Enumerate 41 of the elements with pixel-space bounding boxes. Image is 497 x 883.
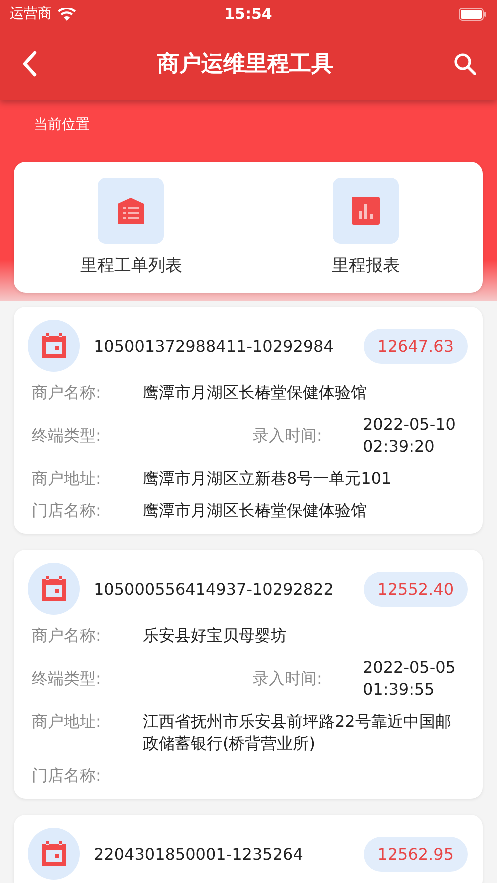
field-label: 终端类型: [31, 668, 102, 690]
calendar-icon [40, 332, 68, 360]
field-value: 乐安县好宝贝母婴坊 [143, 625, 288, 647]
bar-chart-icon [350, 196, 381, 226]
field-label: 商户地址: [31, 468, 102, 490]
field-label: 商户名称: [31, 625, 102, 647]
search-icon [453, 52, 477, 76]
field-value: 2022-05-10 02:39:20 [363, 414, 457, 458]
field-label: 商户名称: [31, 382, 102, 404]
status-time: 15:54 [224, 5, 272, 23]
order-card[interactable]: 2204301850001-1235264 12562.95 [14, 815, 483, 883]
shortcut-button[interactable]: 里程报表 [248, 162, 483, 293]
field-value: 鹰潭市月湖区长椿堂保健体验馆 [143, 500, 368, 522]
order-card[interactable]: 105000556414937-10292822 12552.40 商户名称: 乐安县好宝贝母婴坊 终端类型: 录入时间: 2022-05-05 01:39:55 商户地址: 江西省抚州市乐安县前坪路22号靠近中国邮政储蓄银行(桥背营业所) 门店名称: [14, 550, 483, 799]
carrier-label: 运营商 [10, 5, 52, 23]
shortcut-button[interactable]: 里程工单列表 [14, 162, 248, 293]
field-label: 门店名称: [31, 500, 102, 522]
order-number: 105000556414937-10292822 [94, 580, 335, 598]
field-value: 鹰潭市月湖区长椿堂保健体验馆 [143, 382, 368, 404]
amount-badge: 12552.40 [364, 572, 468, 606]
amount-badge: 12562.95 [364, 836, 468, 872]
wifi-icon [58, 8, 76, 20]
calendar-icon [40, 840, 68, 868]
back-icon [22, 51, 38, 77]
amount-badge: 12647.63 [364, 328, 468, 364]
battery-icon [459, 8, 487, 20]
field-label: 终端类型: [31, 425, 102, 447]
field-label: 门店名称: [31, 765, 102, 787]
list-icon [116, 196, 146, 226]
page-title: 商户运维里程工具 [158, 51, 334, 79]
field-value: 2022-05-05 01:39:55 [363, 657, 457, 701]
field-value: 江西省抚州市乐安县前坪路22号靠近中国邮政储蓄银行(桥背营业所) [143, 711, 452, 755]
breadcrumb: 当前位置 [33, 116, 90, 134]
field-value: 鹰潭市月湖区立新巷8号一单元101 [143, 468, 393, 490]
calendar-icon [40, 575, 68, 603]
order-number: 105001372988411-10292984 [94, 336, 335, 356]
order-card[interactable]: 105001372988411-10292984 12647.63 商户名称: 鹰潭市月湖区长椿堂保健体验馆 终端类型: 录入时间: 2022-05-10 02:39:20 商户地址: 鹰潭市月湖区立新巷8号一单元101 门店名称: 鹰潭市月湖区长椿堂保健体验馆 [14, 307, 483, 534]
field-label: 商户地址: [31, 711, 102, 733]
order-number: 2204301850001-1235264 [94, 844, 304, 864]
field-label: 录入时间: [253, 425, 324, 447]
field-label: 录入时间: [253, 668, 324, 690]
